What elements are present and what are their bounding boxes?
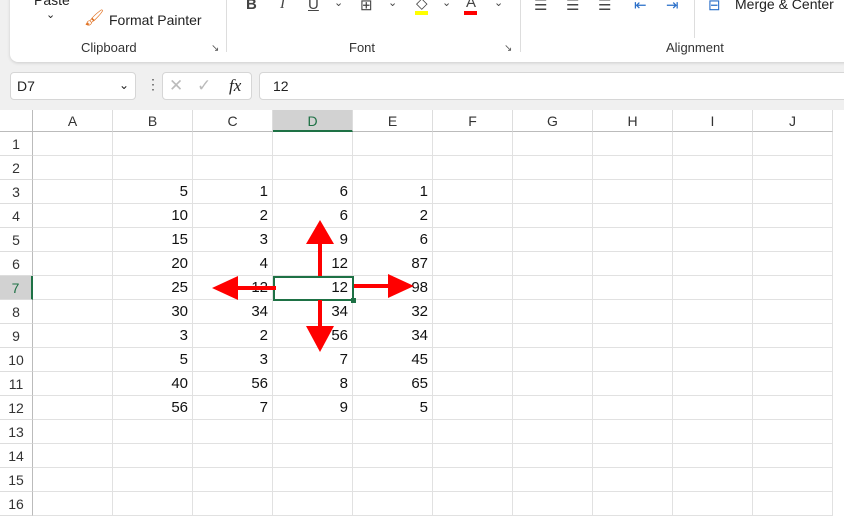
down-arrow-icon — [306, 326, 334, 352]
up-arrow-icon — [306, 220, 334, 244]
left-arrow-icon — [212, 276, 238, 300]
arrow-overlay — [212, 220, 414, 352]
right-arrow-icon — [388, 274, 414, 298]
